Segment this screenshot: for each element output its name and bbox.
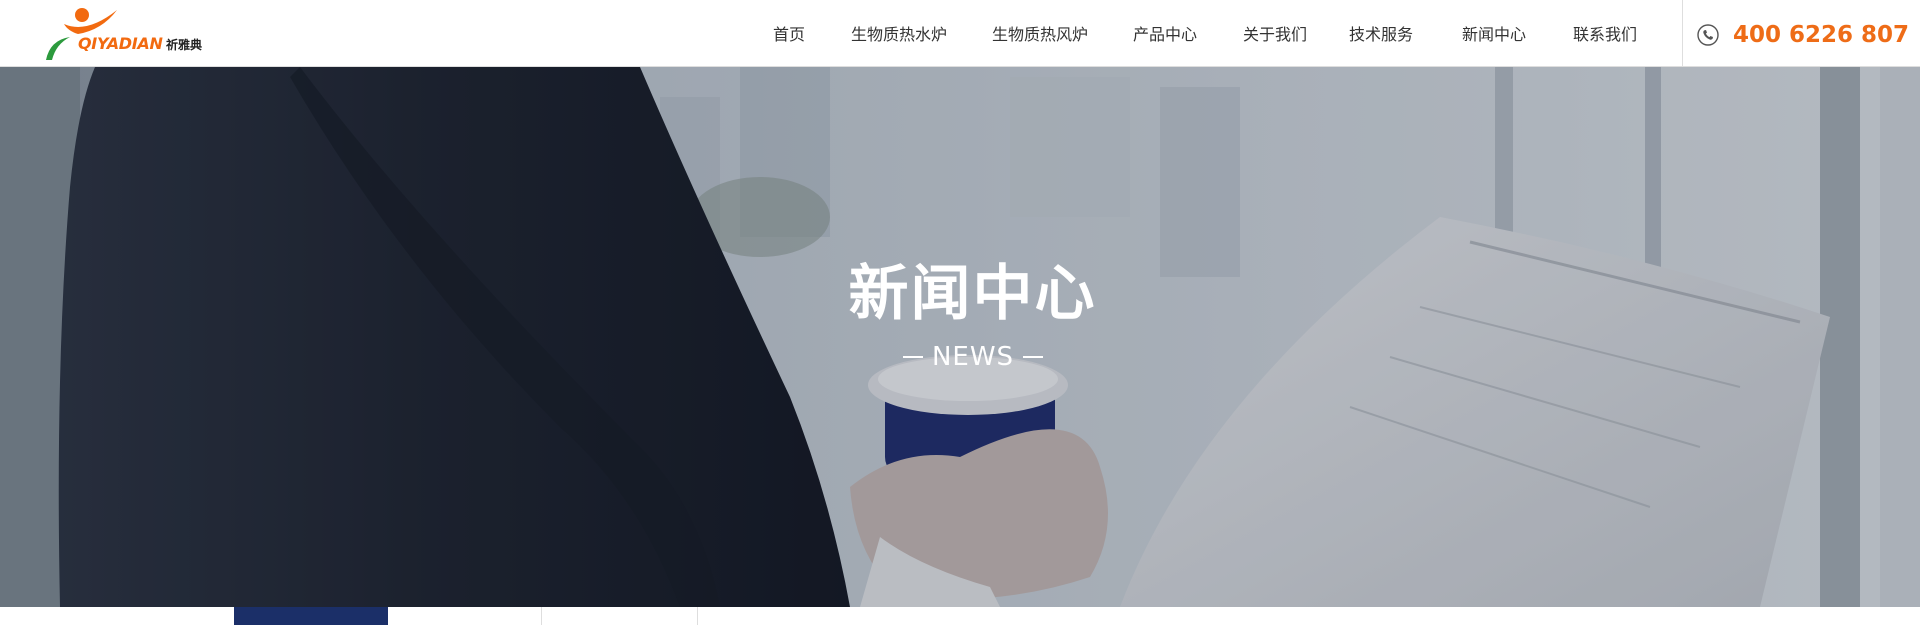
banner-title: 新闻中心 bbox=[848, 259, 1097, 329]
nav-item-products[interactable]: 产品中心 bbox=[1133, 25, 1197, 45]
tab-category-1[interactable] bbox=[234, 607, 388, 625]
main-nav: 首页 生物质热水炉 生物质热风炉 产品中心 关于我们 技术服务 新闻中心 联系我… bbox=[0, 0, 1680, 67]
tab-category-3[interactable] bbox=[544, 607, 698, 625]
nav-item-hot-water-boiler[interactable]: 生物质热水炉 bbox=[851, 25, 947, 45]
nav-item-contact[interactable]: 联系我们 bbox=[1573, 25, 1637, 45]
nav-item-hot-air-furnace[interactable]: 生物质热风炉 bbox=[992, 25, 1088, 45]
nav-item-tech-service[interactable]: 技术服务 bbox=[1349, 25, 1413, 45]
phone-divider bbox=[1682, 0, 1683, 67]
site-header: QIYADIAN 祈雅典 首页 生物质热水炉 生物质热风炉 产品中心 关于我们 … bbox=[0, 0, 1920, 67]
news-banner: 新闻中心 NEWS bbox=[0, 67, 1920, 607]
subtitle-right-dash bbox=[1023, 356, 1043, 358]
nav-item-home[interactable]: 首页 bbox=[773, 25, 805, 45]
news-category-tabs bbox=[0, 607, 1920, 625]
tab-category-2[interactable] bbox=[388, 607, 542, 625]
phone-number[interactable]: 400 6226 807 bbox=[1733, 21, 1909, 49]
banner-background-image bbox=[0, 67, 1920, 607]
phone-icon bbox=[1697, 24, 1719, 46]
nav-item-about[interactable]: 关于我们 bbox=[1243, 25, 1307, 45]
banner-subtitle-text: NEWS bbox=[931, 342, 1015, 372]
nav-item-news[interactable]: 新闻中心 bbox=[1462, 25, 1526, 45]
banner-subtitle: NEWS bbox=[903, 340, 1043, 374]
